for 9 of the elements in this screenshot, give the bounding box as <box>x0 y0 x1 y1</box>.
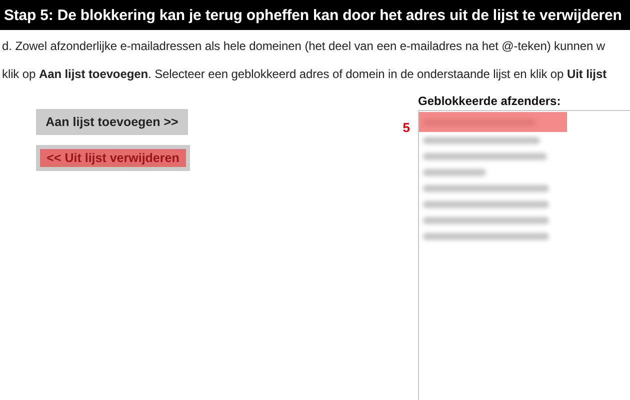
instruction-text: klik op Aan lijst toevoegen. Selecteer een geblokkeerd adres of domein in de onderstaande lijst en klik op Uit lijst <box>2 67 608 82</box>
blocked-senders-list[interactable] <box>418 110 630 400</box>
callout-number: 5 <box>402 120 411 137</box>
instruction-text: d. Zowel afzonderlijke e-mailadressen als hele domeinen (het deel van een e-mailadres na het @-teken) kunnen w <box>2 39 606 54</box>
list-title: Geblokkeerde afzenders: <box>418 94 562 110</box>
list-item[interactable] <box>419 112 567 132</box>
redacted-address <box>423 168 486 176</box>
step-title: Stap 5: De blokkering kan je terug opheffen kan door het adres uit de lijst te verwijderen <box>0 0 630 30</box>
add-to-list-button[interactable]: Aan lijst toevoegen >> <box>36 109 188 135</box>
